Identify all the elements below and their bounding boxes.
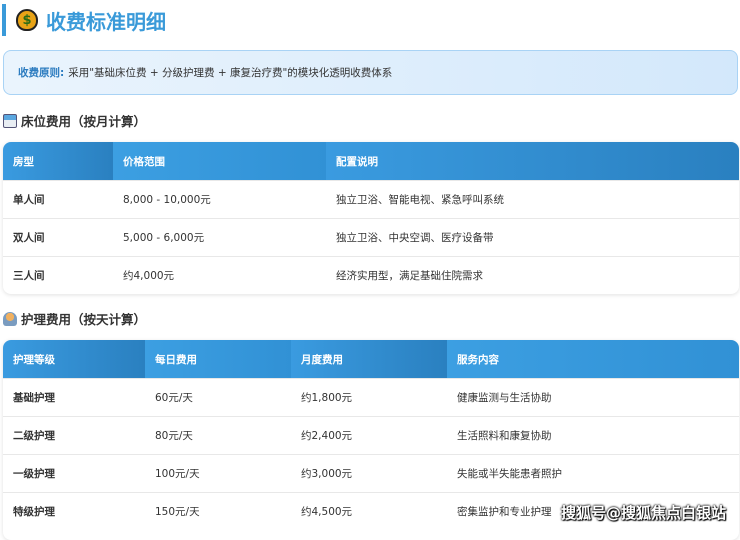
table-cell: 基础护理 (13, 392, 55, 404)
principle-text: 采用"基础床位费 + 分级护理费 + 康复治疗费"的模块化透明收费体系 (68, 67, 393, 79)
column-header: 价格范围 (113, 142, 326, 180)
table-cell: 独立卫浴、智能电视、紧急呼叫系统 (336, 194, 504, 206)
table-cell: 100元/天 (155, 468, 200, 480)
column-header: 月度费用 (291, 340, 447, 378)
table-cell: 经济实用型，满足基础住院需求 (336, 270, 483, 282)
column-header: 服务内容 (447, 340, 739, 378)
column-header: 房型 (3, 142, 113, 180)
table-row: 三人间 约4,000元 经济实用型，满足基础住院需求 (3, 256, 739, 294)
care-fee-heading: 护理费用（按天计算） (3, 309, 146, 328)
table-cell: 80元/天 (155, 430, 193, 442)
table-cell: 约3,000元 (301, 468, 353, 480)
table-cell: 失能或半失能患者照护 (457, 468, 562, 480)
table-header: 房型 价格范围 配置说明 (3, 142, 739, 180)
column-header: 每日费用 (145, 340, 291, 378)
table-cell: 150元/天 (155, 506, 200, 518)
fee-principle-box: 收费原则: 采用"基础床位费 + 分级护理费 + 康复治疗费"的模块化透明收费体… (3, 50, 738, 95)
bed-fee-heading: 床位费用（按月计算） (3, 111, 146, 130)
table-cell: 约4,500元 (301, 506, 353, 518)
hospital-icon (3, 113, 17, 128)
table-cell: 约2,400元 (301, 430, 353, 442)
nurse-icon (3, 311, 17, 326)
table-row: 一级护理 100元/天 约3,000元 失能或半失能患者照护 (3, 454, 739, 492)
table-cell: 二级护理 (13, 430, 55, 442)
table-row: 二级护理 80元/天 约2,400元 生活照料和康复协助 (3, 416, 739, 454)
table-cell: 5,000 - 6,000元 (123, 232, 205, 244)
table-cell: 一级护理 (13, 468, 55, 480)
table-cell: 约1,800元 (301, 392, 353, 404)
table-cell: 健康监测与生活协助 (457, 392, 552, 404)
table-header: 护理等级 每日费用 月度费用 服务内容 (3, 340, 739, 378)
table-cell: 特级护理 (13, 506, 55, 518)
table-row: 双人间 5,000 - 6,000元 独立卫浴、中央空调、医疗设备带 (3, 218, 739, 256)
table-cell: 生活照料和康复协助 (457, 430, 552, 442)
table-cell: 60元/天 (155, 392, 193, 404)
column-header: 护理等级 (3, 340, 145, 378)
table-cell: 约4,000元 (123, 270, 175, 282)
bed-fee-table: 房型 价格范围 配置说明单人间 8,000 - 10,000元 独立卫浴、智能电视、紧急… (3, 142, 739, 294)
money-bag-icon: $ (16, 9, 38, 31)
watermark: 搜狐号@搜狐焦点白银站 (560, 504, 726, 522)
column-header: 配置说明 (326, 142, 739, 180)
table-cell: 三人间 (13, 270, 45, 282)
table-cell: 单人间 (13, 194, 45, 206)
table-row: 基础护理 60元/天 约1,800元 健康监测与生活协助 (3, 378, 739, 416)
principle-label: 收费原则: (18, 67, 65, 79)
table-row: 单人间 8,000 - 10,000元 独立卫浴、智能电视、紧急呼叫系统 (3, 180, 739, 218)
table-cell: 8,000 - 10,000元 (123, 194, 211, 206)
page-title: $ 收费标准明细 (2, 4, 166, 36)
table-cell: 独立卫浴、中央空调、医疗设备带 (336, 232, 494, 244)
table-cell: 双人间 (13, 232, 45, 244)
